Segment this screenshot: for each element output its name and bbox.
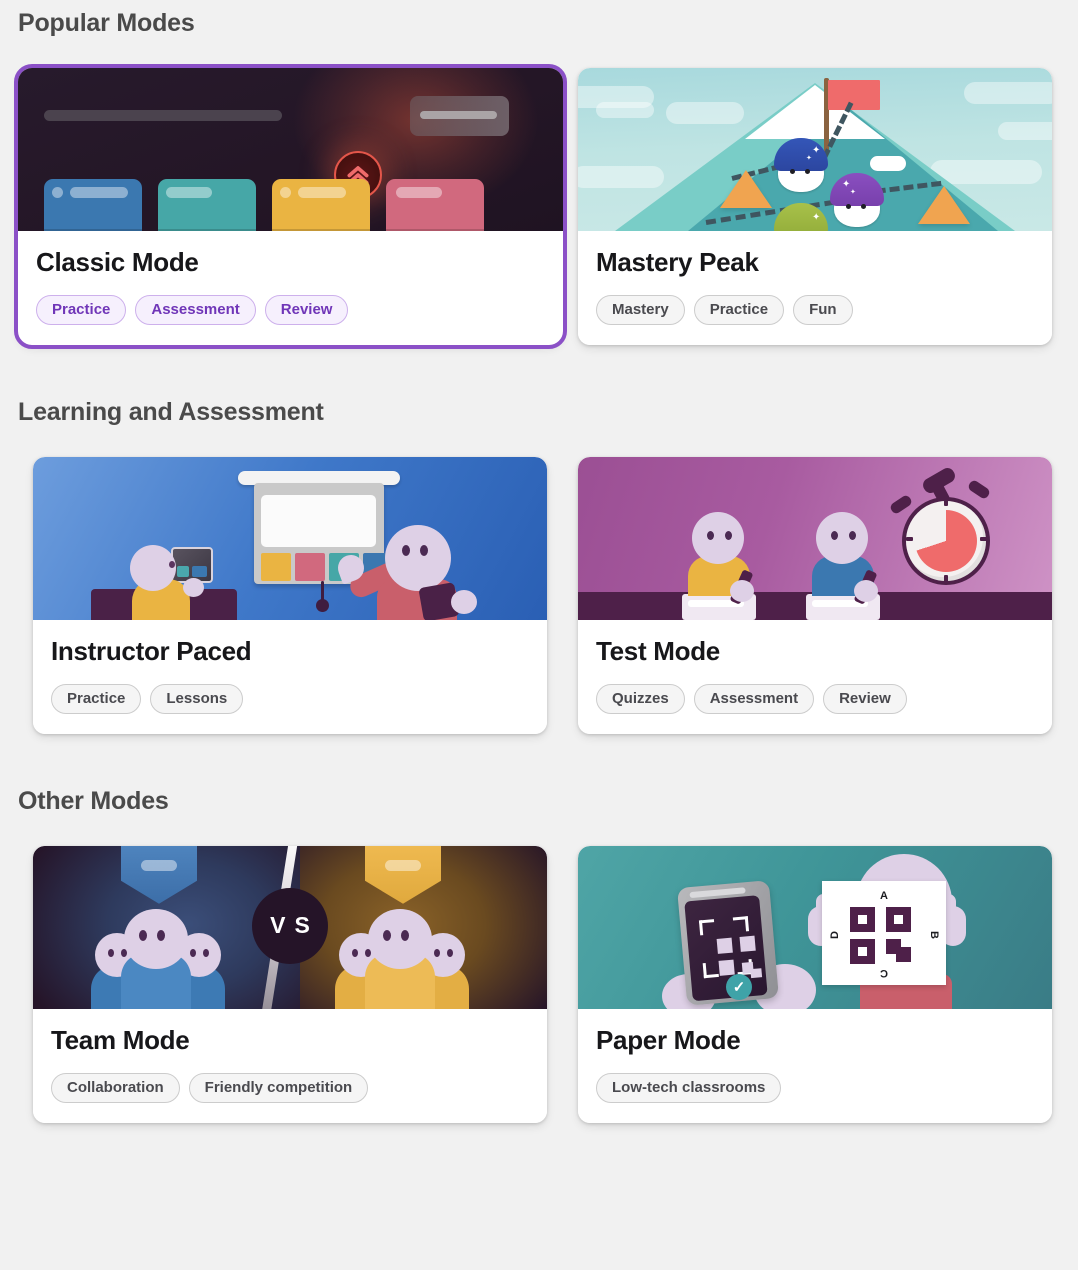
- card-body: Test Mode Quizzes Assessment Review: [578, 619, 1052, 734]
- climber-avatar-green: ✦: [774, 203, 830, 231]
- tag-pill[interactable]: Collaboration: [51, 1072, 180, 1103]
- trail-marker-icon: [918, 186, 970, 224]
- tag-pill[interactable]: Practice: [51, 683, 142, 714]
- screen-pull-handle-shape: [316, 598, 329, 612]
- answer-tile-yellow: [272, 179, 370, 231]
- student-avatar: [130, 544, 176, 591]
- mode-picker-page: Popular Modes Classic Mode Practice Asse…: [0, 0, 1078, 1270]
- summit-flag-icon: [828, 80, 880, 110]
- projector-option-red: [295, 552, 325, 581]
- test-mode-illustration: [578, 456, 1052, 620]
- card-tag-list: Collaboration Friendly competition: [51, 1072, 529, 1103]
- scan-success-check-icon: ✓: [726, 973, 752, 1000]
- projector-option-yellow: [261, 552, 291, 581]
- card-title: Test Mode: [596, 635, 720, 666]
- progress-bar-shape: [44, 110, 282, 121]
- team-banner-blue: [121, 845, 197, 904]
- instructor-avatar: [385, 524, 451, 591]
- instructor-eye-shape: [402, 544, 410, 556]
- versus-badge: VS: [252, 887, 328, 964]
- section-grid-popular: Classic Mode Practice Assessment Review: [14, 60, 1060, 355]
- section-grid-other: VS Team Mode Collaboration Friendly comp…: [18, 838, 1060, 1133]
- mastery-peak-illustration: ✦ ✦ ✦ ✦ ✦: [578, 68, 1052, 231]
- team-banner-yellow: [365, 845, 441, 904]
- projector-question-shape: [261, 494, 376, 547]
- tag-pill[interactable]: Friendly competition: [188, 1072, 369, 1103]
- tag-pill[interactable]: Practice: [36, 294, 127, 325]
- card-tag-list: Low-tech classrooms: [596, 1072, 1034, 1103]
- stopwatch-icon: [888, 465, 1004, 591]
- classic-mode-illustration: [18, 68, 563, 231]
- card-title: Classic Mode: [36, 247, 199, 277]
- card-slot-team-mode: VS Team Mode Collaboration Friendly comp…: [18, 838, 575, 1133]
- card-tag-list: Practice Lessons: [51, 683, 529, 714]
- card-title: Team Mode: [51, 1024, 190, 1055]
- tag-pill[interactable]: Assessment: [135, 294, 256, 325]
- tag-pill[interactable]: Fun: [793, 294, 853, 325]
- mode-card-team-mode[interactable]: VS Team Mode Collaboration Friendly comp…: [33, 845, 547, 1123]
- answer-label-b: B: [927, 930, 940, 939]
- card-body: Classic Mode Practice Assessment Review: [18, 231, 563, 345]
- card-title: Instructor Paced: [51, 635, 252, 666]
- paper-mode-illustration: ✓ A B C D: [578, 845, 1052, 1009]
- card-body: Instructor Paced Practice Lessons: [33, 619, 547, 734]
- answer-tile-teal: [158, 179, 256, 231]
- section-title-popular: Popular Modes: [18, 9, 195, 37]
- mode-card-instructor-paced[interactable]: Instructor Paced Practice Lessons: [33, 456, 547, 734]
- tag-pill[interactable]: Quizzes: [596, 683, 685, 714]
- score-bar-shape: [420, 111, 497, 119]
- mode-card-test-mode[interactable]: Test Mode Quizzes Assessment Review: [578, 456, 1052, 734]
- climber-avatar-blue: ✦ ✦: [774, 138, 830, 192]
- instructor-paced-illustration: [33, 456, 547, 620]
- card-slot-paper-mode: ✓ A B C D Paper Mode Low-tech classrooms: [575, 838, 1060, 1133]
- card-slot-test-mode: Test Mode Quizzes Assessment Review: [575, 449, 1060, 744]
- tag-pill[interactable]: Assessment: [693, 683, 815, 714]
- tag-pill[interactable]: Low-tech classrooms: [596, 1072, 782, 1103]
- tag-pill[interactable]: Lessons: [150, 683, 244, 714]
- card-slot-classic: Classic Mode Practice Assessment Review: [14, 60, 575, 355]
- section-grid-learning: Instructor Paced Practice Lessons Test M…: [18, 449, 1060, 744]
- instructor-eye-shape: [420, 544, 428, 556]
- climber-avatar-purple: ✦ ✦: [830, 173, 886, 227]
- section-title-other-modes: Other Modes: [18, 786, 169, 815]
- card-slot-mastery-peak: ✦ ✦ ✦ ✦ ✦ Mastery Peak Mastery Practice …: [575, 60, 1060, 355]
- student-eye-shape: [169, 560, 175, 568]
- team-mode-illustration: VS: [33, 845, 547, 1009]
- answer-label-a: A: [880, 889, 888, 902]
- instructor-hand-shape: [451, 589, 477, 614]
- answer-label-c: C: [880, 966, 888, 979]
- mode-card-paper-mode[interactable]: ✓ A B C D Paper Mode Low-tech classrooms: [578, 845, 1052, 1123]
- tag-pill[interactable]: Mastery: [596, 294, 685, 325]
- card-body: Mastery Peak Mastery Practice Fun: [578, 231, 1052, 345]
- student-hand-shape: [183, 577, 204, 597]
- answer-tiles-group: [44, 179, 484, 231]
- mode-card-classic-mode[interactable]: Classic Mode Practice Assessment Review: [14, 64, 567, 349]
- card-body: Paper Mode Low-tech classrooms: [578, 1008, 1052, 1123]
- card-title: Mastery Peak: [596, 247, 759, 277]
- mode-card-mastery-peak[interactable]: ✦ ✦ ✦ ✦ ✦ Mastery Peak Mastery Practice …: [578, 68, 1052, 345]
- tag-pill[interactable]: Review: [823, 683, 907, 714]
- answer-tile-red: [386, 179, 484, 231]
- card-tag-list: Mastery Practice Fun: [596, 294, 1034, 325]
- answer-label-d: D: [828, 930, 841, 939]
- card-slot-instructor-paced: Instructor Paced Practice Lessons: [18, 449, 575, 744]
- card-title: Paper Mode: [596, 1024, 741, 1055]
- tag-pill[interactable]: Review: [264, 294, 349, 325]
- answer-card-sheet: A B C D: [822, 880, 946, 985]
- tag-pill[interactable]: Practice: [693, 294, 785, 325]
- section-title-learning-and-assessment: Learning and Assessment: [18, 397, 324, 426]
- answer-tile-blue: [44, 179, 142, 231]
- card-tag-list: Practice Assessment Review: [36, 294, 545, 325]
- card-body: Team Mode Collaboration Friendly competi…: [33, 1008, 547, 1123]
- trail-marker-icon: [720, 170, 772, 208]
- card-tag-list: Quizzes Assessment Review: [596, 683, 1034, 714]
